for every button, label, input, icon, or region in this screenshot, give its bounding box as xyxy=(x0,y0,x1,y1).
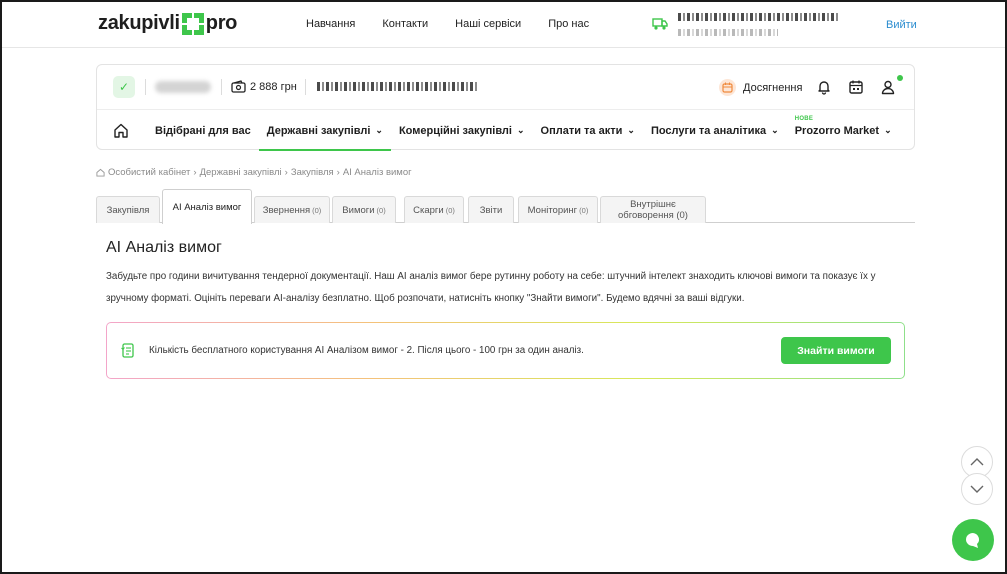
chevron-down-icon: ⌄ xyxy=(884,125,892,135)
nav-state-procurement[interactable]: Державні закупівлі ⌄ xyxy=(258,111,392,151)
nav-label: Державні закупівлі xyxy=(266,124,371,137)
breadcrumb-current: AI Аналіз вимог xyxy=(342,167,412,178)
tab-label: Закупівля xyxy=(106,204,150,216)
tab-label: Скарги xyxy=(413,204,444,216)
tab-count: (0) xyxy=(579,205,589,215)
tab-label: AI Аналіз вимог xyxy=(172,201,242,213)
chevron-down-icon: ⌄ xyxy=(771,125,779,135)
nav-label: Prozorro Market xyxy=(794,124,880,137)
redacted-company-name xyxy=(678,13,840,21)
tab-reports[interactable]: Звіти xyxy=(468,196,514,223)
online-status-dot xyxy=(897,75,903,81)
breadcrumb-separator: › xyxy=(284,167,288,178)
top-nav: Навчання Контакти Наші сервіси Про нас xyxy=(306,18,589,30)
truck-icon xyxy=(652,18,668,30)
tab-internal-discussion[interactable]: Внутрішнє обговорення (0) xyxy=(600,196,706,223)
calendar-icon[interactable] xyxy=(848,79,864,95)
browser-frame: zakupivli pro Навчання Контакти Наші сер… xyxy=(0,0,1007,574)
page-title: AI Аналіз вимог xyxy=(106,239,222,256)
account-bar: ✓ 2 888 грн Досягнення xyxy=(97,65,914,110)
main-nav: Відібрані для вас Державні закупівлі ⌄ К… xyxy=(97,111,914,151)
free-usage-text: Кількість бесплатного користування AI Ан… xyxy=(149,345,584,356)
new-badge: НОВЕ xyxy=(794,116,814,122)
account-card: ✓ 2 888 грн Досягнення Відібрані для вас… xyxy=(96,64,915,151)
achievements-link[interactable]: Досягнення xyxy=(743,82,802,94)
top-nav-services[interactable]: Наші сервіси xyxy=(455,18,521,30)
chevron-down-icon xyxy=(970,485,984,493)
home-icon[interactable] xyxy=(113,123,129,138)
redacted-company-id xyxy=(678,29,778,36)
nav-prozorro-market[interactable]: НОВЕ Prozorro Market ⌄ xyxy=(787,111,900,150)
tab-count: (0) xyxy=(312,205,322,215)
divider xyxy=(305,79,306,95)
breadcrumb-procurement[interactable]: Закупівля xyxy=(291,167,334,178)
breadcrumb-state-procurement[interactable]: Державні закупівлі xyxy=(200,167,282,178)
top-header: zakupivli pro Навчання Контакти Наші сер… xyxy=(2,2,1005,48)
nav-services-analytics[interactable]: Послуги та аналітика ⌄ xyxy=(643,111,787,150)
tab-bar: Закупівля AI Аналіз вимог Звернення (0) В… xyxy=(96,189,915,224)
home-small-icon xyxy=(96,168,105,177)
top-nav-learning[interactable]: Навчання xyxy=(306,18,355,30)
tab-count: (0) xyxy=(445,205,455,215)
tab-label: Звіти xyxy=(479,204,503,216)
logo[interactable]: zakupivli pro xyxy=(98,12,237,35)
free-usage-banner: Кількість бесплатного користування AI Ан… xyxy=(106,322,905,379)
top-nav-about[interactable]: Про нас xyxy=(548,18,589,30)
chat-bubble-icon xyxy=(966,533,980,548)
nav-selected-for-you[interactable]: Відібрані для вас xyxy=(147,111,259,150)
tab-ai-analysis[interactable]: AI Аналіз вимог xyxy=(162,189,252,224)
breadcrumb-cabinet[interactable]: Особистий кабінет xyxy=(108,167,190,178)
logo-suffix: pro xyxy=(205,12,238,34)
find-requirements-button[interactable]: Знайти вимоги xyxy=(781,337,891,364)
divider xyxy=(145,79,146,95)
chevron-down-icon: ⌄ xyxy=(627,125,635,135)
tab-label: Вимоги xyxy=(342,204,375,216)
tab-monitoring[interactable]: Моніторинг (0) xyxy=(518,196,598,223)
wallet-icon xyxy=(231,80,246,93)
balance-amount[interactable]: 2 888 грн xyxy=(250,81,297,93)
calendar-achievement-icon xyxy=(719,79,736,96)
bell-icon[interactable] xyxy=(816,79,832,95)
verified-check-icon: ✓ xyxy=(113,76,135,98)
divider xyxy=(221,79,222,95)
tab-label: Внутрішнє обговорення (0) xyxy=(618,199,688,221)
breadcrumb-separator: › xyxy=(193,167,197,178)
chevron-down-icon: ⌄ xyxy=(375,125,383,135)
scroll-down-button[interactable] xyxy=(961,473,993,505)
redacted-user-id xyxy=(155,81,211,93)
nav-payments-acts[interactable]: Оплати та акти ⌄ xyxy=(533,111,643,150)
tab-complaints[interactable]: Скарги (0) xyxy=(404,196,464,223)
chevron-down-icon: ⌄ xyxy=(516,125,525,135)
chat-button[interactable] xyxy=(952,519,994,561)
breadcrumb: Особистий кабінет › Державні закупівлі ›… xyxy=(96,167,412,178)
tab-requirements[interactable]: Вимоги (0) xyxy=(332,196,396,223)
nav-label: Комерційні закупівлі xyxy=(398,124,512,137)
document-list-icon xyxy=(121,343,134,358)
tab-appeals[interactable]: Звернення (0) xyxy=(254,196,330,223)
logo-text: zakupivli xyxy=(98,12,180,34)
nav-label: Послуги та аналітика xyxy=(650,124,767,137)
breadcrumb-separator: › xyxy=(336,167,340,178)
top-nav-contacts[interactable]: Контакти xyxy=(382,18,428,30)
user-profile-icon[interactable] xyxy=(880,79,896,95)
nav-label: Відібрані для вас xyxy=(155,124,251,137)
logo-mark-icon xyxy=(181,12,204,35)
logout-link[interactable]: Вийти xyxy=(886,19,917,31)
nav-label: Оплати та акти xyxy=(540,124,623,137)
tab-label: Звернення xyxy=(262,204,311,216)
tab-label: Моніторинг xyxy=(527,204,578,216)
tab-count: (0) xyxy=(376,205,386,215)
page-description: Забудьте про години вичитування тендерно… xyxy=(106,271,876,304)
nav-commercial-procurement[interactable]: Комерційні закупівлі ⌄ xyxy=(391,111,533,150)
tab-procurement[interactable]: Закупівля xyxy=(96,196,160,223)
redacted-account-name xyxy=(317,82,479,91)
chevron-up-icon xyxy=(970,458,984,466)
